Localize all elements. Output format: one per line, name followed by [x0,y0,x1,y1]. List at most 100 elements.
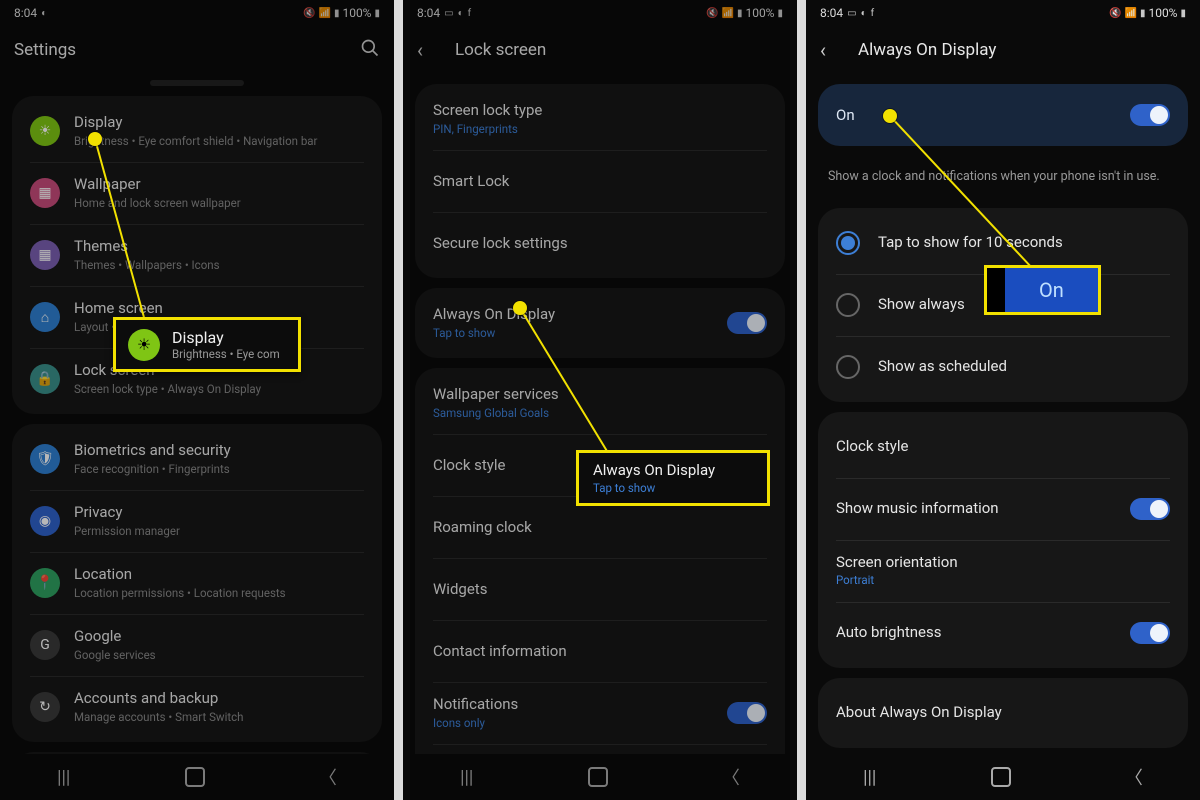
nav-recents-icon[interactable]: ||| [460,767,473,788]
settings-item-accounts[interactable]: ↻Accounts and backupManage accounts • Sm… [12,676,382,738]
nav-recents-icon[interactable]: ||| [57,767,70,788]
status-time: 8:04 [417,6,440,20]
header: ‹ Always On Display [806,26,1200,74]
page-title: Always On Display [858,40,996,60]
signal-icon: ▮ [737,8,743,19]
themes-icon: ▦ [30,240,60,270]
wallpaper-icon: ▦ [30,178,60,208]
privacy-icon: ◉ [30,506,60,536]
settings-item-wallpaper[interactable]: ▦WallpaperHome and lock screen wallpaper [12,162,382,224]
mute-icon: 🔇 [706,8,718,19]
wifi-icon: 📶 [318,8,330,19]
brightness-toggle[interactable] [1130,622,1170,644]
gallery-icon: ▭ [444,8,453,19]
wifi-icon: 📶 [721,8,733,19]
settings-item-themes[interactable]: ▦ThemesThemes • Wallpapers • Icons [12,224,382,286]
settings-item-privacy[interactable]: ◉PrivacyPermission manager [12,490,382,552]
radio-icon [836,231,860,255]
item-screen-lock-type[interactable]: Screen lock typePIN, Fingerprints [415,88,785,150]
item-shortcuts[interactable]: ShortcutsPhone, Camera [415,744,785,754]
accounts-icon: ↻ [30,692,60,722]
nav-home-icon[interactable] [185,767,205,787]
screen-always-on-display: 8:04▭◐f 🔇📶▮100%▮ ‹ Always On Display On … [806,0,1200,800]
gallery-icon: ▭ [847,8,856,19]
item-always-on-display[interactable]: Always On DisplayTap to show [415,292,785,354]
aod-group-3: About Always On Display [818,678,1188,748]
lock-group-3: Wallpaper servicesSamsung Global Goals C… [415,368,785,754]
lock-group-1: Screen lock typePIN, Fingerprints Smart … [415,84,785,278]
clock-icon: ◐ [458,8,464,19]
settings-item-google[interactable]: GGoogleGoogle services [12,614,382,676]
item-contact-information[interactable]: Contact information [415,620,785,682]
settings-item-location[interactable]: 📍LocationLocation permissions • Location… [12,552,382,614]
aod-master-toggle[interactable]: On [818,84,1188,146]
aod-toggle[interactable] [727,312,767,334]
status-battery: 100% [342,6,371,20]
annotation-dot [513,301,527,315]
callout-on: On [984,265,1101,315]
item-music-info[interactable]: Show music information [818,478,1188,540]
search-icon[interactable] [360,38,380,63]
annotation-dot [883,109,897,123]
nav-bar: ||| 〈 [806,754,1200,800]
scroll-hint [150,80,244,86]
lock-group-2: Always On DisplayTap to show [415,288,785,358]
radio-show-scheduled[interactable]: Show as scheduled [818,336,1188,398]
clock-icon: ◐ [41,8,47,19]
wifi-icon: 📶 [1124,8,1136,19]
display-icon: ☀ [30,116,60,146]
screen-lock-screen: 8:04▭◐f 🔇📶▮100%▮ ‹ Lock screen Screen lo… [403,0,797,800]
nav-back-icon[interactable]: 〈 [1125,764,1143,790]
battery-icon: ▮ [374,8,380,19]
settings-item-biometrics[interactable]: 🛡Biometrics and securityFace recognition… [12,428,382,490]
item-wallpaper-services[interactable]: Wallpaper servicesSamsung Global Goals [415,372,785,434]
mute-icon: 🔇 [303,8,315,19]
page-title: Settings [14,40,76,60]
nav-bar: ||| 〈 [0,754,394,800]
facebook-icon: f [468,8,471,19]
item-auto-brightness[interactable]: Auto brightness [818,602,1188,664]
nav-back-icon[interactable]: 〈 [319,764,337,790]
nav-home-icon[interactable] [588,767,608,787]
item-notifications[interactable]: NotificationsIcons only [415,682,785,744]
nav-home-icon[interactable] [991,767,1011,787]
callout-display: ☀ DisplayBrightness • Eye com [113,317,301,372]
notifications-toggle[interactable] [727,702,767,724]
aod-on-toggle[interactable] [1130,104,1170,126]
item-secure-lock-settings[interactable]: Secure lock settings [415,212,785,274]
signal-icon: ▮ [1140,8,1146,19]
status-time: 8:04 [820,6,843,20]
battery-icon: ▮ [1180,8,1186,19]
item-about-aod[interactable]: About Always On Display [818,682,1188,744]
signal-icon: ▮ [334,8,340,19]
status-battery: 100% [745,6,774,20]
settings-group-2: 🛡Biometrics and securityFace recognition… [12,424,382,742]
nav-back-icon[interactable]: 〈 [722,764,740,790]
page-title: Lock screen [455,40,546,60]
back-icon[interactable]: ‹ [417,38,441,62]
status-bar: 8:04 ◐ 🔇📶 ▮100%▮ [0,0,394,26]
back-icon[interactable]: ‹ [820,38,844,62]
status-bar: 8:04▭◐f 🔇📶▮100%▮ [403,0,797,26]
item-smart-lock[interactable]: Smart Lock [415,150,785,212]
aod-group-2: Clock style Show music information Scree… [818,412,1188,668]
status-time: 8:04 [14,6,37,20]
music-toggle[interactable] [1130,498,1170,520]
header: Settings [0,26,394,74]
google-icon: G [30,630,60,660]
location-icon: 📍 [30,568,60,598]
nav-bar: ||| 〈 [403,754,797,800]
item-clock-style[interactable]: Clock style [818,416,1188,478]
radio-icon [836,293,860,317]
item-screen-orientation[interactable]: Screen orientationPortrait [818,540,1188,602]
facebook-icon: f [871,8,874,19]
header: ‹ Lock screen [403,26,797,74]
mute-icon: 🔇 [1109,8,1121,19]
nav-recents-icon[interactable]: ||| [863,767,876,788]
lock-screen-icon: 🔒 [30,364,60,394]
item-widgets[interactable]: Widgets [415,558,785,620]
settings-item-display[interactable]: ☀DisplayBrightness • Eye comfort shield … [12,100,382,162]
clock-icon: ◐ [861,8,867,19]
annotation-dot [88,132,102,146]
home-screen-icon: ⌂ [30,302,60,332]
